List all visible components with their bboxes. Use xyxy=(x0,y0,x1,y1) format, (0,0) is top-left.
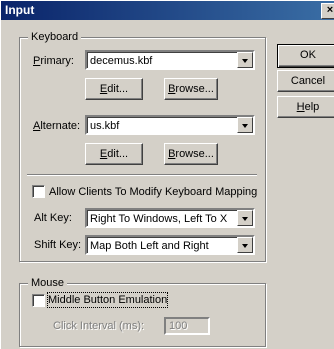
close-icon[interactable]: × xyxy=(321,3,334,19)
alt-key-label: Alt Key: xyxy=(34,212,72,224)
keyboard-group-label: Keyboard xyxy=(28,30,82,44)
help-text: elp xyxy=(304,101,320,113)
shift-key-value: Map Both Left and Right xyxy=(90,240,209,252)
click-interval-label: Click Interval (ms): xyxy=(53,320,145,332)
primary-label-text: rimary: xyxy=(40,55,74,67)
input-dialog: Input × Keyboard Primary: decemus.kbf Ed… xyxy=(0,0,334,349)
ok-button[interactable]: OK xyxy=(277,44,334,68)
title-bar: Input × xyxy=(1,1,334,20)
primary-label: Primary: xyxy=(33,54,74,68)
alternate-keyboard-select[interactable]: us.kbf xyxy=(85,115,255,135)
middle-button-checkbox[interactable] xyxy=(32,294,45,307)
click-interval-field[interactable]: 100 xyxy=(164,317,210,335)
primary-keyboard-value: decemus.kbf xyxy=(90,55,153,67)
keyboard-separator xyxy=(27,174,257,176)
browse-text: rowse... xyxy=(175,148,214,160)
chevron-down-icon[interactable] xyxy=(237,52,253,68)
chevron-down-icon[interactable] xyxy=(237,210,253,226)
alternate-label-text: lternate: xyxy=(40,120,81,132)
edit-text: dit... xyxy=(107,83,129,95)
shift-key-select[interactable]: Map Both Left and Right xyxy=(85,235,255,255)
help-mnemonic: H xyxy=(296,101,305,113)
mouse-group-label: Mouse xyxy=(28,276,68,290)
alt-key-select[interactable]: Right To Windows, Left To X xyxy=(85,208,255,228)
browse-text: rowse... xyxy=(175,83,214,95)
alt-key-value: Right To Windows, Left To X xyxy=(90,213,228,225)
allow-clients-checkbox[interactable] xyxy=(32,185,45,198)
primary-edit-button[interactable]: Edit... xyxy=(85,78,143,100)
primary-keyboard-select[interactable]: decemus.kbf xyxy=(85,50,255,70)
primary-browse-button[interactable]: Browse... xyxy=(164,78,218,100)
edit-text: dit... xyxy=(107,148,129,160)
help-button[interactable]: Help xyxy=(277,96,334,118)
middle-button-label[interactable]: Middle Button Emulation xyxy=(46,292,169,308)
cancel-button[interactable]: Cancel xyxy=(277,70,334,92)
alternate-keyboard-value: us.kbf xyxy=(90,120,120,132)
alternate-edit-button[interactable]: Edit... xyxy=(85,143,143,165)
shift-key-label: Shift Key: xyxy=(34,239,82,251)
dialog-title: Input xyxy=(5,3,35,17)
chevron-down-icon[interactable] xyxy=(237,237,253,253)
chevron-down-icon[interactable] xyxy=(237,117,253,133)
alternate-label: Alternate: xyxy=(33,119,80,133)
allow-clients-label[interactable]: Allow Clients To Modify Keyboard Mapping xyxy=(49,185,257,199)
alternate-browse-button[interactable]: Browse... xyxy=(164,143,218,165)
